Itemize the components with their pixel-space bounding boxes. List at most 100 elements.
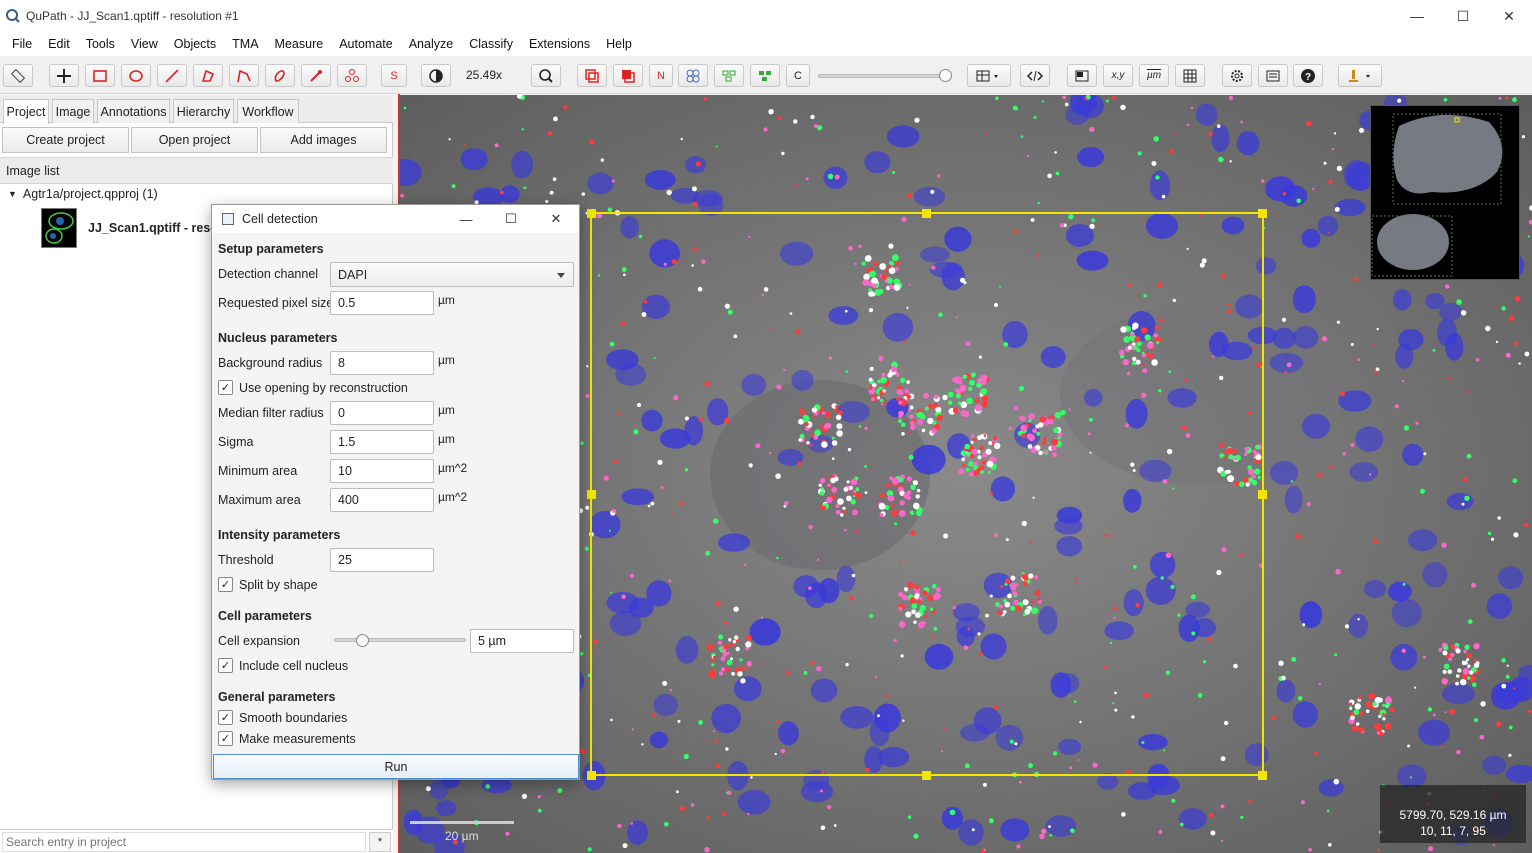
- cell-expansion-input[interactable]: 5 µm: [470, 629, 574, 653]
- preferences-button[interactable]: [1222, 64, 1252, 87]
- fluorescent-spot: [1518, 362, 1521, 365]
- close-window-button[interactable]: ✕: [1486, 0, 1532, 32]
- fluorescent-spot: [1350, 443, 1355, 448]
- pixel-size-input[interactable]: 0.5: [330, 291, 434, 315]
- menu-objects[interactable]: Objects: [166, 37, 224, 51]
- opening-reconstruction-checkbox[interactable]: ✓ Use opening by reconstruction: [218, 380, 408, 395]
- nucleus: [1185, 601, 1210, 618]
- polygon-tool-button[interactable]: [193, 64, 223, 87]
- overview-minimap[interactable]: [1370, 105, 1520, 280]
- include-nucleus-checkbox[interactable]: ✓ Include cell nucleus: [218, 658, 348, 673]
- fluorescent-spot: [873, 261, 879, 267]
- help-button[interactable]: ?: [1293, 64, 1323, 87]
- log-button[interactable]: [1258, 64, 1288, 87]
- search-options-button[interactable]: *: [369, 832, 391, 852]
- fluorescent-spot: [910, 530, 916, 536]
- search-input[interactable]: [2, 832, 366, 852]
- rectangle-tool-button[interactable]: [85, 64, 115, 87]
- expand-triangle-icon[interactable]: ▼: [8, 189, 17, 199]
- show-tma-grid-button[interactable]: [678, 64, 708, 87]
- menu-extensions[interactable]: Extensions: [521, 37, 598, 51]
- move-tool-button[interactable]: [49, 64, 79, 87]
- menu-edit[interactable]: Edit: [40, 37, 78, 51]
- opacity-slider-thumb[interactable]: [939, 69, 952, 82]
- menu-classify[interactable]: Classify: [461, 37, 521, 51]
- smooth-boundaries-checkbox[interactable]: ✓ Smooth boundaries: [218, 710, 347, 725]
- tab-image[interactable]: Image: [52, 99, 94, 123]
- measurements-table-button[interactable]: [967, 64, 1011, 87]
- show-scalebar-button[interactable]: µm: [1139, 64, 1169, 87]
- minimum-area-input[interactable]: 10: [330, 459, 434, 483]
- opacity-slider[interactable]: [818, 74, 950, 78]
- fluorescent-spot: [1016, 844, 1021, 849]
- scale-bar: [410, 821, 514, 824]
- tab-project[interactable]: Project: [3, 99, 49, 124]
- menu-automate[interactable]: Automate: [331, 37, 401, 51]
- open-project-button[interactable]: Open project: [131, 127, 258, 153]
- fluorescent-spot: [1019, 416, 1023, 420]
- tab-workflow[interactable]: Workflow: [237, 99, 299, 123]
- background-radius-input[interactable]: 8: [330, 351, 434, 375]
- menu-view[interactable]: View: [123, 37, 166, 51]
- menu-help[interactable]: Help: [598, 37, 640, 51]
- fluorescent-spot: [898, 419, 903, 423]
- maximize-button[interactable]: ☐: [1440, 0, 1486, 32]
- tab-annotations[interactable]: Annotations: [97, 99, 170, 123]
- median-filter-input[interactable]: 0: [330, 401, 434, 425]
- nucleus: [1355, 426, 1384, 452]
- menu-tma[interactable]: TMA: [224, 37, 266, 51]
- points-tool-button[interactable]: [337, 64, 367, 87]
- show-location-button[interactable]: x,y: [1103, 64, 1133, 87]
- show-grid-button[interactable]: [1175, 64, 1205, 87]
- ellipse-tool-button[interactable]: [121, 64, 151, 87]
- menu-analyze[interactable]: Analyze: [401, 37, 461, 51]
- fill-annotations-button[interactable]: [613, 64, 643, 87]
- minimize-button[interactable]: —: [1394, 0, 1440, 32]
- fluorescent-spot: [909, 420, 915, 426]
- dialog-minimize-button[interactable]: —: [444, 205, 488, 233]
- show-overview-button[interactable]: [1067, 64, 1097, 87]
- menu-file[interactable]: File: [4, 37, 40, 51]
- measure-tool-button[interactable]: [3, 64, 33, 87]
- nucleus: [1084, 388, 1103, 407]
- brush-tool-button[interactable]: [265, 64, 295, 87]
- split-by-shape-checkbox[interactable]: ✓ Split by shape: [218, 577, 318, 592]
- dialog-close-button[interactable]: ✕: [534, 205, 578, 233]
- line-tool-button[interactable]: [157, 64, 187, 87]
- zoom-to-fit-button[interactable]: [531, 64, 561, 87]
- extensions-dropdown-button[interactable]: [1338, 64, 1382, 87]
- fill-detections-icon: [759, 70, 771, 81]
- fluorescent-spot: [1422, 655, 1426, 659]
- show-detections-button[interactable]: [714, 64, 744, 87]
- script-editor-button[interactable]: [1020, 64, 1050, 87]
- sigma-input[interactable]: 1.5: [330, 430, 434, 454]
- fluorescent-spot: [1505, 352, 1511, 358]
- tab-hierarchy[interactable]: Hierarchy: [173, 99, 234, 123]
- fill-detections-button[interactable]: [750, 64, 780, 87]
- add-images-button[interactable]: Add images: [260, 127, 387, 153]
- fluorescent-spot: [1089, 451, 1092, 454]
- create-project-button[interactable]: Create project: [2, 127, 129, 153]
- maximum-area-input[interactable]: 400: [330, 488, 434, 512]
- wand-tool-button[interactable]: [301, 64, 331, 87]
- project-tree-root[interactable]: ▼ Agtr1a/project.qpproj (1): [8, 187, 158, 201]
- cell-expansion-slider[interactable]: [334, 638, 466, 642]
- dialog-maximize-button[interactable]: ☐: [489, 205, 533, 233]
- fluorescent-spot: [981, 460, 987, 465]
- show-connections-button[interactable]: C: [786, 64, 810, 87]
- image-thumbnail[interactable]: [41, 208, 77, 248]
- menu-measure[interactable]: Measure: [267, 37, 332, 51]
- cell-expansion-slider-thumb[interactable]: [356, 634, 369, 647]
- threshold-input[interactable]: 25: [330, 548, 434, 572]
- run-button[interactable]: Run: [213, 754, 579, 779]
- show-names-button[interactable]: N: [649, 64, 673, 87]
- menu-tools[interactable]: Tools: [78, 37, 123, 51]
- image-entry-name[interactable]: JJ_Scan1.qptiff - reso: [88, 221, 218, 235]
- make-measurements-checkbox[interactable]: ✓ Make measurements: [218, 731, 356, 746]
- selection-mode-button[interactable]: S: [381, 64, 407, 87]
- polyline-tool-button[interactable]: [229, 64, 259, 87]
- show-annotations-button[interactable]: [577, 64, 607, 87]
- brightness-contrast-button[interactable]: [421, 64, 451, 87]
- fluorescent-spot: [1523, 522, 1529, 528]
- detection-channel-select[interactable]: DAPI: [330, 262, 574, 287]
